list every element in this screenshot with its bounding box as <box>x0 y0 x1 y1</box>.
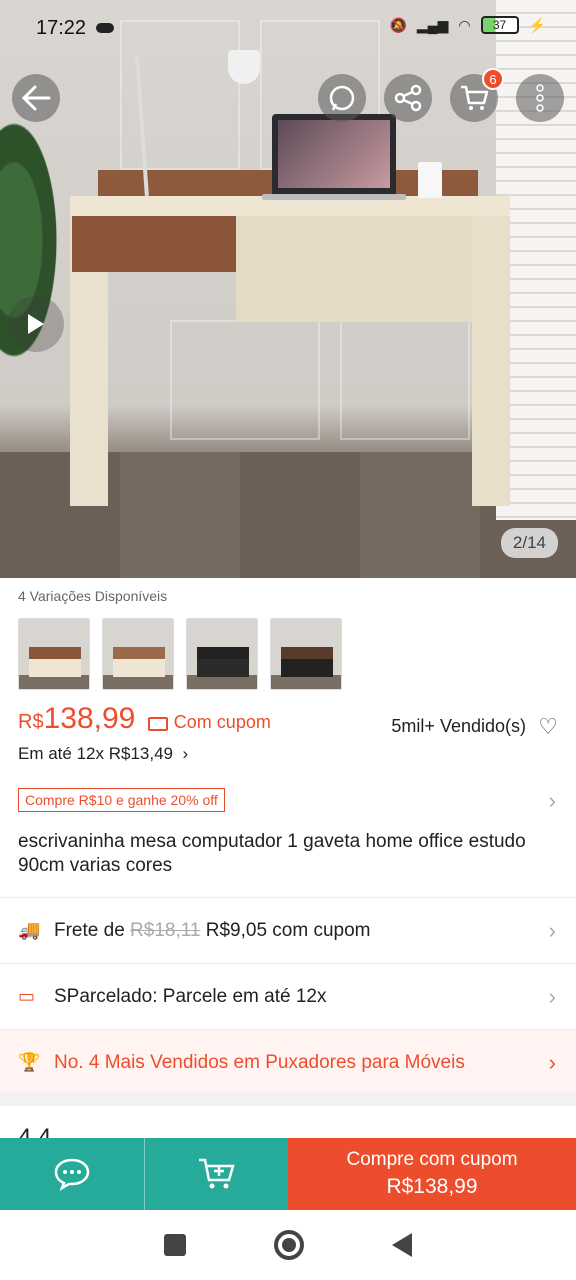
product-title: escrivaninha mesa computador 1 gaveta ho… <box>18 831 526 876</box>
whatsapp-share-button[interactable] <box>318 74 366 122</box>
chevron-right-icon[interactable]: › <box>549 788 556 814</box>
shipping-text: Frete de R$18,11 R$9,05 com cupom <box>54 920 371 942</box>
back-button[interactable] <box>12 74 60 122</box>
wall-panel <box>170 320 320 440</box>
shipping-prefix: Frete de <box>54 919 125 941</box>
price-row: R$138,99 Com cupom 5mil+ Vendido(s) ♡ <box>18 702 558 742</box>
section-divider <box>0 1092 576 1106</box>
laptop <box>272 114 396 196</box>
share-icon <box>394 84 422 112</box>
shipping-old-price: R$18,11 <box>130 919 201 941</box>
installments-link[interactable]: Em até 12x R$13,49 › <box>18 744 188 764</box>
clock: 17:22 <box>36 16 87 39</box>
desk-leg-right <box>472 216 510 506</box>
truck-icon: 🚚 <box>18 920 41 940</box>
price-value: 138,99 <box>43 702 136 735</box>
variations-label: 4 Variações Disponíveis <box>18 588 168 604</box>
cart-icon <box>461 85 489 110</box>
thumb-desk <box>29 647 81 677</box>
chevron-right-icon: › <box>548 983 556 1009</box>
whatsapp-icon <box>329 85 355 111</box>
back-nav-button[interactable] <box>392 1233 412 1257</box>
wifi-icon: ◠ <box>458 16 471 33</box>
cart-button[interactable]: 6 <box>450 68 504 122</box>
signal-icon: ▂▄▆ <box>416 16 449 33</box>
bottom-action-bar: Compre com cupom R$138,99 <box>0 1138 576 1210</box>
wall-panel <box>340 320 470 440</box>
share-button[interactable] <box>384 74 432 122</box>
cloud-icon <box>96 23 115 33</box>
add-cart-icon <box>198 1158 235 1189</box>
play-video-button[interactable] <box>8 296 64 352</box>
home-button[interactable] <box>274 1230 304 1260</box>
variation-thumb[interactable] <box>270 618 342 690</box>
play-icon <box>28 314 44 334</box>
trophy-icon: 🏆 <box>18 1052 41 1072</box>
coupon-label: Com cupom <box>173 712 271 732</box>
battery-icon: 37 <box>480 16 519 34</box>
shipping-row[interactable]: 🚚 Frete de R$18,11 R$9,05 com cupom › <box>0 897 576 963</box>
cart-count-badge: 6 <box>482 68 504 90</box>
thumb-desk <box>113 647 165 677</box>
heart-icon[interactable]: ♡ <box>538 716 558 738</box>
buy-with-coupon-button[interactable]: Compre com cupom R$138,99 <box>288 1138 576 1210</box>
variation-thumb[interactable] <box>102 618 174 690</box>
plant <box>0 120 80 420</box>
status-icons: 🔕 ▂▄▆ ◠ 37 ⚡ <box>389 16 546 34</box>
chevron-right-icon: › <box>177 744 189 763</box>
chat-button[interactable] <box>0 1138 144 1210</box>
price-currency: R$ <box>18 711 44 733</box>
installment-plan-text: SParcelado: Parcele em até 12x <box>54 985 327 1007</box>
variation-thumb[interactable] <box>186 618 258 690</box>
charging-icon: ⚡ <box>528 16 546 33</box>
promo-badge[interactable]: Compre R$10 e ganhe 20% off <box>18 788 225 812</box>
more-options-button[interactable] <box>516 74 564 122</box>
mute-icon: 🔕 <box>389 16 407 33</box>
cup <box>418 162 442 198</box>
desk-panel <box>236 216 472 322</box>
ranking-row[interactable]: 🏆 No. 4 Mais Vendidos em Puxadores para … <box>0 1029 576 1095</box>
sold-count: 5mil+ Vendido(s) <box>391 716 526 736</box>
thumb-desk <box>281 647 333 677</box>
more-vertical-icon <box>536 84 544 112</box>
thumb-desk <box>197 647 249 677</box>
variation-thumbnails <box>18 618 342 690</box>
recents-button[interactable] <box>164 1234 186 1256</box>
add-to-cart-button[interactable] <box>144 1138 288 1210</box>
variation-thumb[interactable] <box>18 618 90 690</box>
wallet-icon: ▭ <box>18 986 36 1006</box>
ranking-text: No. 4 Mais Vendidos em Puxadores para Mó… <box>54 1051 465 1073</box>
shipping-new-price: R$9,05 com cupom <box>205 919 371 941</box>
installment-plan-row[interactable]: ▭ SParcelado: Parcele em até 12x › <box>0 963 576 1029</box>
buy-label: Compre com cupom <box>346 1149 518 1170</box>
buy-price: R$138,99 <box>386 1175 478 1198</box>
arrow-left-icon <box>21 85 51 111</box>
chevron-right-icon: › <box>548 917 556 943</box>
system-nav-bar <box>0 1210 576 1280</box>
installments-text: Em até 12x R$13,49 <box>18 744 173 763</box>
chat-icon <box>54 1158 90 1191</box>
laptop-base <box>262 194 406 200</box>
drawer <box>72 216 236 272</box>
chevron-right-icon: › <box>548 1049 556 1075</box>
image-counter: 2/14 <box>500 528 558 558</box>
coupon-icon <box>147 716 168 731</box>
